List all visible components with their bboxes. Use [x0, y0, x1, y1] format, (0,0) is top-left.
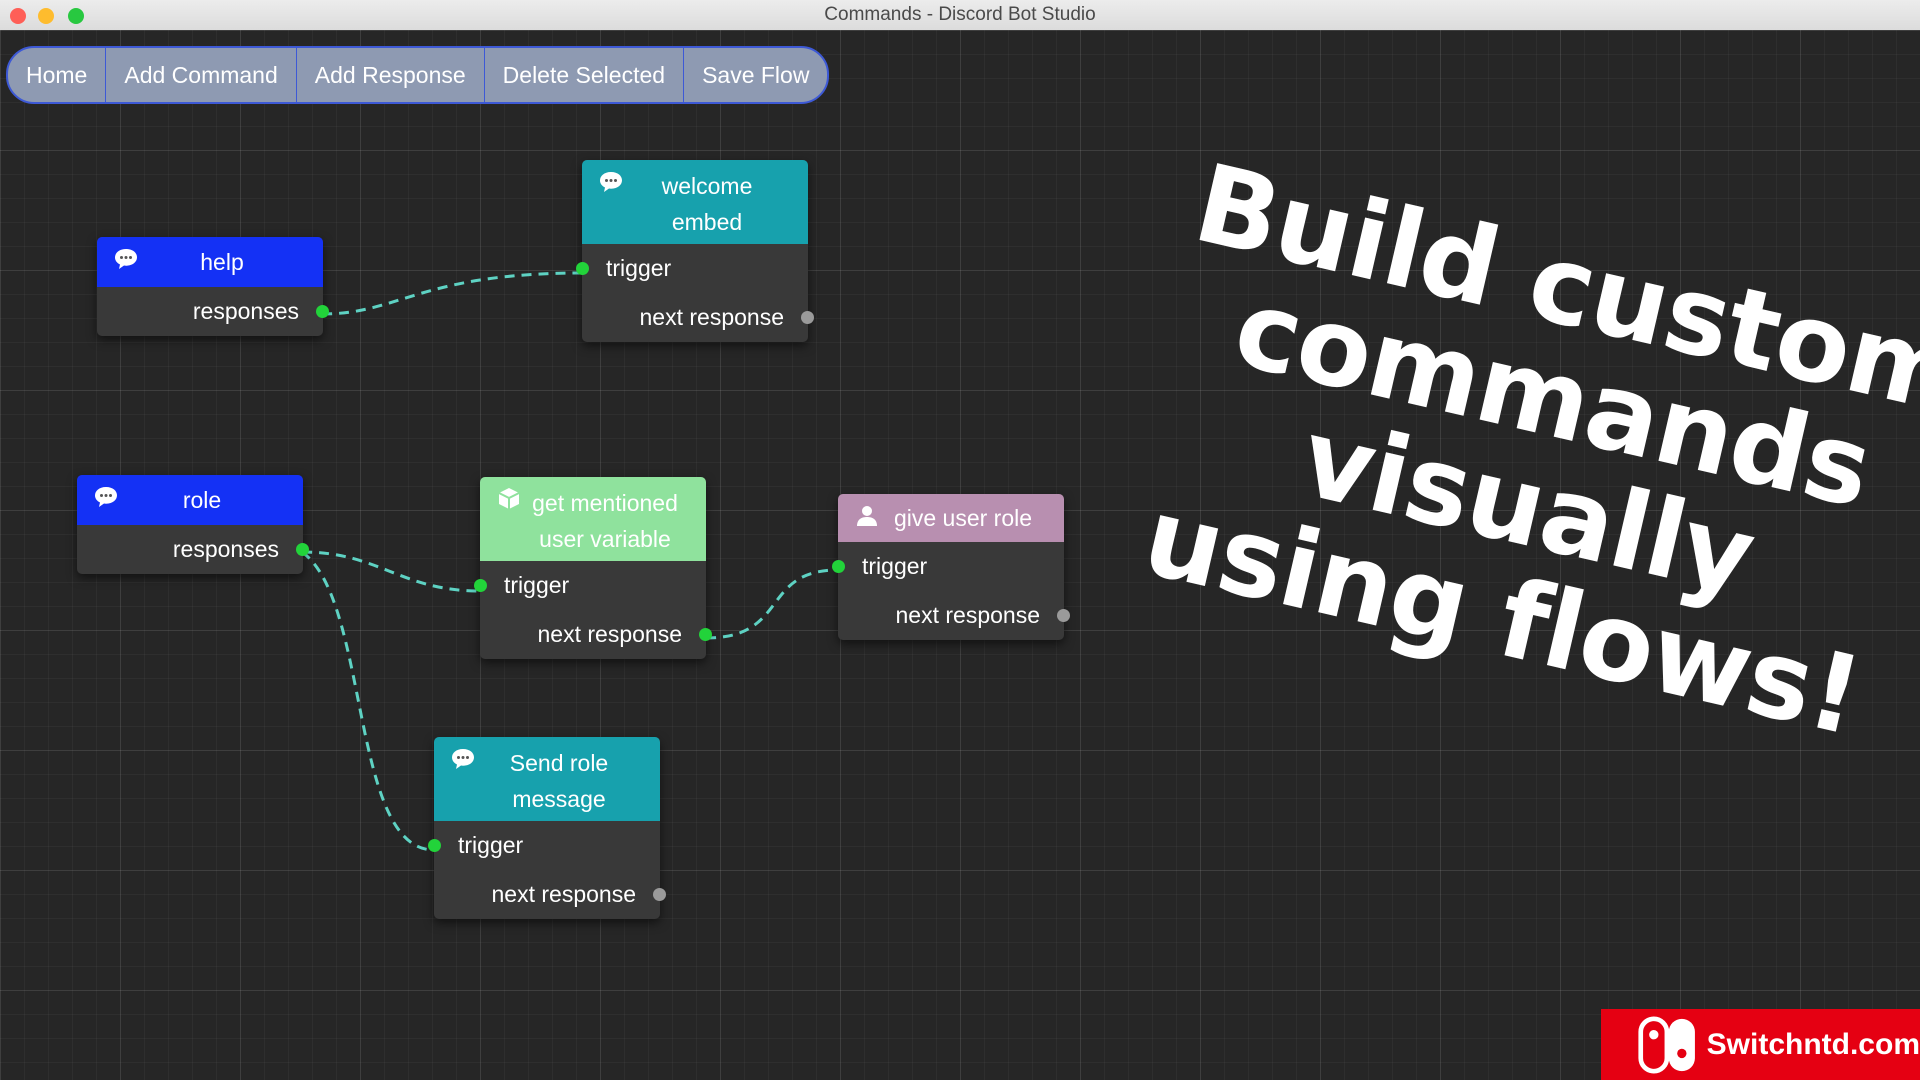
node-welcome-embed-output-port[interactable] — [801, 311, 814, 324]
node-welcome-embed-input-port[interactable] — [576, 262, 589, 275]
node-help-output-port[interactable] — [316, 305, 329, 318]
watermark-badge: Switchntd.com — [1601, 1009, 1920, 1080]
home-button[interactable]: Home — [8, 48, 107, 102]
node-get-mentioned-user-output-label: next response — [537, 621, 682, 647]
node-role-output-row: responses — [77, 525, 309, 574]
add-command-button[interactable]: Add Command — [106, 48, 297, 102]
toolbar: Home Add Command Add Response Delete Sel… — [6, 46, 830, 104]
node-give-user-role-input-label: trigger — [862, 553, 928, 579]
node-get-mentioned-user-title: get mentioned user variable — [532, 490, 678, 552]
node-welcome-embed-input-label: trigger — [606, 255, 672, 281]
node-send-role-message-input-port[interactable] — [428, 839, 441, 852]
node-give-user-role-output-label: next response — [895, 602, 1040, 628]
node-role-output-label: responses — [172, 536, 279, 562]
node-give-user-role-input-port[interactable] — [832, 560, 845, 573]
node-give-user-role-output-row: next response — [838, 591, 1070, 640]
node-get-mentioned-user-header[interactable]: get mentioned user variable — [480, 477, 706, 561]
chat-bubble-icon — [600, 172, 622, 192]
node-send-role-message-input-row: trigger — [428, 821, 660, 870]
cube-icon — [498, 488, 520, 509]
node-get-mentioned-user-input-row: trigger — [474, 561, 706, 610]
node-help-header[interactable]: help — [97, 237, 323, 287]
node-send-role-message-input-label: trigger — [458, 832, 524, 858]
add-response-button[interactable]: Add Response — [297, 48, 485, 102]
node-give-user-role-output-port[interactable] — [1057, 609, 1070, 622]
node-get-mentioned-user-input-label: trigger — [504, 572, 570, 598]
node-role-output-port[interactable] — [296, 543, 309, 556]
node-get-mentioned-user[interactable]: get mentioned user variable trigger next… — [474, 477, 712, 659]
node-send-role-message-output-row: next response — [434, 870, 666, 919]
node-help-output-label: responses — [192, 298, 299, 324]
watermark-text: Switchntd.com — [1706, 1027, 1920, 1061]
node-role[interactable]: role responses — [77, 475, 309, 574]
node-welcome-embed-header[interactable]: welcome embed — [582, 160, 808, 244]
chat-bubble-icon — [95, 487, 117, 507]
node-help[interactable]: help responses — [97, 237, 329, 336]
node-give-user-role-title: give user role — [893, 505, 1033, 531]
window-title: Commands - Discord Bot Studio — [824, 4, 1096, 25]
chat-bubble-icon — [115, 249, 137, 269]
switch-logo-icon — [1638, 1016, 1695, 1073]
delete-selected-button[interactable]: Delete Selected — [485, 48, 685, 102]
node-help-title: help — [200, 249, 244, 275]
node-get-mentioned-user-input-port[interactable] — [474, 579, 487, 592]
node-welcome-embed-output-label: next response — [639, 304, 784, 330]
node-role-header[interactable]: role — [77, 475, 303, 525]
node-welcome-embed-input-row: trigger — [576, 244, 808, 293]
node-help-output-row: responses — [97, 287, 329, 336]
node-send-role-message-output-label: next response — [491, 881, 636, 907]
node-send-role-message[interactable]: Send role message trigger next response — [428, 737, 666, 919]
node-get-mentioned-user-output-port[interactable] — [699, 628, 712, 641]
node-send-role-message-header[interactable]: Send role message — [434, 737, 660, 821]
node-role-title: role — [182, 487, 222, 513]
node-send-role-message-output-port[interactable] — [653, 888, 666, 901]
save-flow-button[interactable]: Save Flow — [684, 48, 827, 102]
node-get-mentioned-user-output-row: next response — [480, 610, 712, 659]
window-titlebar: Commands - Discord Bot Studio — [0, 0, 1920, 31]
chat-bubble-icon — [452, 749, 474, 769]
node-welcome-embed[interactable]: welcome embed trigger next response — [576, 160, 814, 342]
node-welcome-embed-output-row: next response — [582, 293, 814, 342]
node-give-user-role-input-row: trigger — [832, 542, 1064, 591]
node-give-user-role[interactable]: give user role trigger next response — [832, 494, 1070, 640]
node-send-role-message-title: Send role message — [509, 750, 609, 812]
node-welcome-embed-title: welcome embed — [661, 173, 753, 235]
node-give-user-role-header[interactable]: give user role — [838, 494, 1064, 542]
user-icon — [857, 506, 877, 526]
